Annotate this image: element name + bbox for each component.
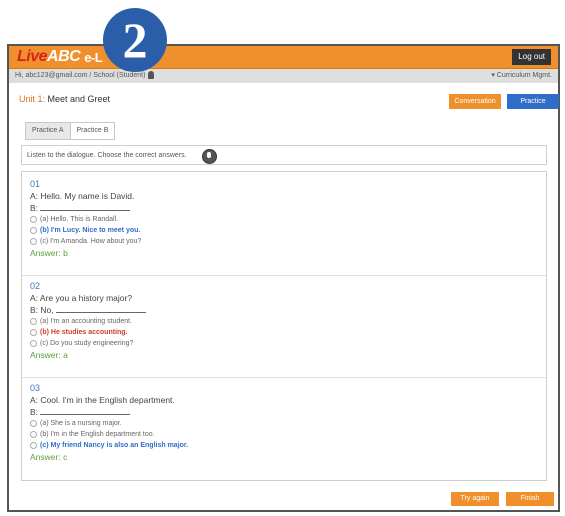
logout-button[interactable]: Log out (512, 49, 551, 65)
option-text: (c) My friend Nancy is also an English m… (40, 442, 189, 449)
page-title: Unit 1: Meet and Greet (19, 94, 110, 104)
response-speaker: B: (30, 407, 39, 417)
divider (22, 377, 546, 378)
practice-tabs: Practice A Practice B (25, 122, 116, 140)
radio-icon[interactable] (30, 441, 37, 449)
question-item: 03 A: Cool. I'm in the English departmen… (30, 382, 530, 464)
option-text: (a) She is a nursing major. (40, 420, 122, 427)
option-text: (a) I'm an accounting student. (40, 318, 132, 325)
unit-title: Meet and Greet (45, 94, 111, 104)
answer-text: Answer: a (30, 350, 68, 360)
question-number: 03 (30, 383, 41, 393)
tab-practice-a[interactable]: Practice A (25, 122, 71, 140)
question-prompt: A: Hello. My name is David. (30, 191, 135, 201)
unit-label: Unit 1: (19, 94, 46, 104)
radio-icon[interactable] (30, 328, 37, 336)
option-a[interactable]: (a) Hello. This is Randall. (30, 214, 530, 225)
logo-live: Live (17, 48, 48, 65)
user-bar: Hi, abc123@gmail.com / School (Student) … (9, 69, 558, 83)
response-line: B: (30, 406, 530, 418)
question-item: 01 A: Hello. My name is David. B: (a) He… (30, 178, 530, 260)
questions-panel: 01 A: Hello. My name is David. B: (a) He… (21, 171, 547, 481)
try-again-button[interactable]: Try again (451, 492, 499, 506)
app-window: Live ABC e-L Log out Hi, abc123@gmail.co… (7, 44, 560, 512)
instruction-text: Listen to the dialogue. Choose the corre… (27, 152, 187, 159)
radio-icon[interactable] (30, 339, 37, 347)
option-text: (b) He studies accounting. (40, 329, 128, 336)
finish-button[interactable]: Finish (506, 492, 554, 506)
option-b[interactable]: (b) I'm in the English department too. (30, 429, 530, 440)
top-bar: Live ABC e-L Log out (9, 46, 558, 69)
curriculum-mgmt-link[interactable]: ▾ Curriculum Mgmt. (491, 69, 552, 83)
option-b[interactable]: (b) I'm Lucy. Nice to meet you. (30, 225, 530, 236)
option-c[interactable]: (c) My friend Nancy is also an English m… (30, 440, 530, 451)
option-text: (c) Do you study engineering? (40, 340, 134, 347)
radio-icon[interactable] (30, 419, 37, 427)
response-speaker: B: (30, 203, 39, 213)
question-prompt: A: Cool. I'm in the English department. (30, 395, 175, 405)
divider (22, 275, 546, 276)
option-a[interactable]: (a) I'm an accounting student. (30, 316, 530, 327)
question-item: 02 A: Are you a history major? B: No, (a… (30, 280, 530, 362)
option-b[interactable]: (b) He studies accounting. (30, 327, 530, 338)
response-speaker: B: No, (30, 305, 54, 315)
logo-sub: e-L (84, 49, 103, 65)
answer-blank (40, 202, 131, 211)
answer-blank (56, 304, 146, 313)
instruction-box: Listen to the dialogue. Choose the corre… (21, 145, 547, 165)
radio-icon[interactable] (30, 430, 37, 438)
option-a[interactable]: (a) She is a nursing major. (30, 418, 530, 429)
user-text: Hi, abc123@gmail.com / School (Student) (15, 72, 146, 79)
tab-practice-b[interactable]: Practice B (69, 122, 116, 140)
step-number-badge: 2 (103, 8, 167, 72)
option-text: (b) I'm in the English department too. (40, 431, 155, 438)
question-prompt: A: Are you a history major? (30, 293, 133, 303)
option-text: (a) Hello. This is Randall. (40, 216, 119, 223)
answer-text: Answer: b (30, 248, 68, 258)
audio-play-icon[interactable] (202, 149, 217, 164)
option-text: (c) I'm Amanda. How about you? (40, 238, 142, 245)
radio-icon[interactable] (30, 237, 37, 245)
question-number: 01 (30, 179, 41, 189)
response-line: B: No, (30, 304, 530, 316)
option-c[interactable]: (c) I'm Amanda. How about you? (30, 236, 530, 247)
response-line: B: (30, 202, 530, 214)
logo: Live ABC e-L (17, 48, 103, 66)
logo-abc: ABC (47, 48, 81, 65)
answer-text: Answer: c (30, 452, 68, 462)
answer-blank (40, 406, 131, 415)
conversation-button[interactable]: Conversation (449, 94, 501, 109)
radio-icon[interactable] (30, 226, 37, 234)
practice-button[interactable]: Practice (507, 94, 559, 109)
radio-icon[interactable] (30, 215, 37, 223)
option-text: (b) I'm Lucy. Nice to meet you. (40, 227, 141, 234)
option-c[interactable]: (c) Do you study engineering? (30, 338, 530, 349)
question-number: 02 (30, 281, 41, 291)
radio-icon[interactable] (30, 317, 37, 325)
person-icon (148, 71, 155, 80)
